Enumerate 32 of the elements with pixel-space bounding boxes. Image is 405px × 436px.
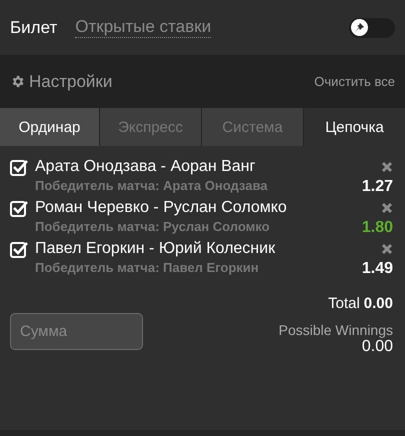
settings-icon: [10, 74, 25, 89]
ticket-title: Билет: [10, 18, 58, 38]
selection-text: Победитель матча: Руслан Соломко: [34, 219, 271, 236]
remove-button[interactable]: [381, 161, 393, 173]
stake-input[interactable]: Сумма: [10, 313, 143, 350]
total-value: 0.00: [364, 295, 393, 312]
odds-value: 1.80: [362, 219, 393, 237]
close-icon: [381, 202, 393, 214]
close-icon: [381, 243, 393, 255]
checkbox[interactable]: [10, 240, 29, 258]
match-title: Арата Онодзава - Аоран Ванг: [35, 158, 256, 176]
match-title: Павел Егоркин - Юрий Колесник: [35, 240, 276, 258]
selection-text: Победитель матча: Арата Онодзава: [34, 178, 268, 195]
open-bets-link[interactable]: Открытые ставки: [75, 17, 212, 38]
clear-all-button[interactable]: Очистить все: [314, 74, 395, 89]
bet-type-tab[interactable]: Цепочка: [304, 108, 405, 146]
pin-icon: [354, 22, 365, 33]
match-title: Роман Черевко - Руслан Соломко: [35, 199, 287, 217]
close-icon: [381, 161, 393, 173]
selection-text: Победитель матча: Павел Егоркин: [34, 260, 260, 277]
odds-value: 1.49: [362, 260, 393, 278]
checkbox[interactable]: [10, 158, 29, 176]
odds-value: 1.27: [362, 178, 393, 196]
remove-button[interactable]: [381, 202, 393, 214]
winnings-value: 0.00: [362, 338, 393, 356]
bet-type-tab[interactable]: Ординар: [0, 108, 99, 146]
pin-toggle[interactable]: [349, 18, 395, 38]
settings-button[interactable]: Настройки: [10, 72, 112, 92]
total-label: Total: [328, 295, 360, 312]
remove-button[interactable]: [381, 243, 393, 255]
winnings-label: Possible Winnings: [278, 322, 393, 338]
checkbox[interactable]: [10, 200, 29, 216]
